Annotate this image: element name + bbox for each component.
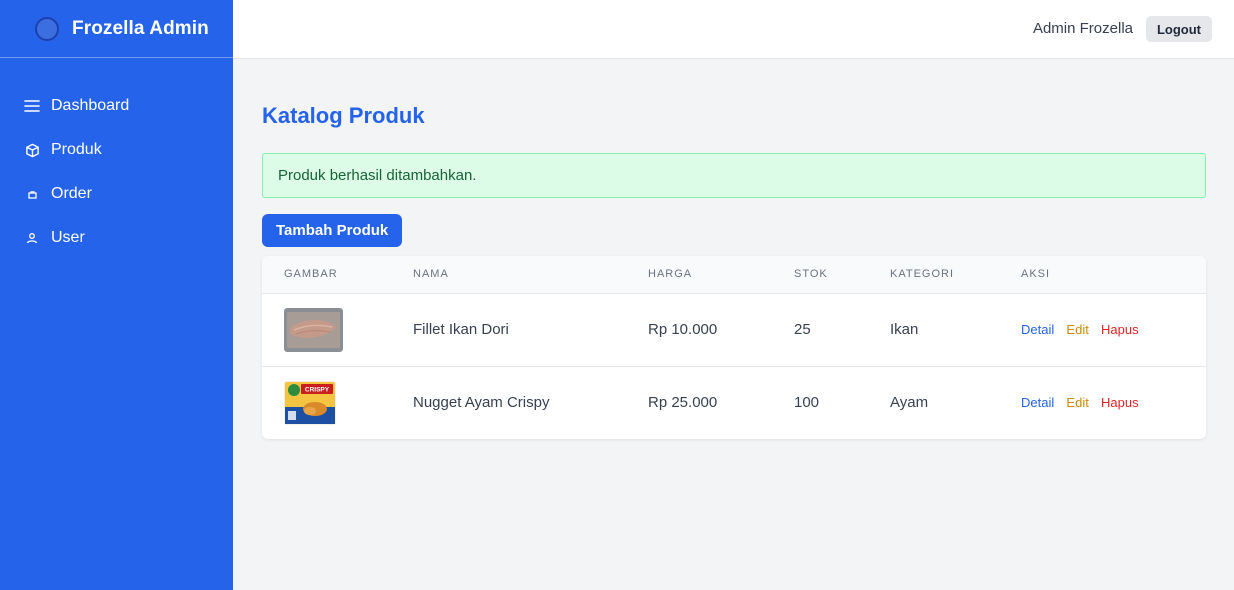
column-header-kategori: KATEGORI bbox=[890, 268, 955, 281]
column-header-harga: HARGA bbox=[648, 268, 693, 281]
product-category: Ayam bbox=[890, 394, 929, 412]
top-bar: Admin Frozella Logout bbox=[233, 0, 1234, 59]
sidebar-item-dashboard[interactable]: Dashboard bbox=[0, 84, 233, 128]
table-header-row: GAMBAR NAMA HARGA STOK KATEGORI AKSI bbox=[262, 256, 1206, 293]
product-actions: Detail Edit Hapus bbox=[999, 293, 1206, 366]
box-icon bbox=[24, 142, 40, 158]
delete-link[interactable]: Hapus bbox=[1101, 395, 1139, 410]
delete-link[interactable]: Hapus bbox=[1101, 322, 1139, 337]
product-table: GAMBAR NAMA HARGA STOK KATEGORI AKSI Fil… bbox=[262, 256, 1206, 439]
page-title: Katalog Produk bbox=[262, 103, 425, 128]
logout-button[interactable]: Logout bbox=[1145, 16, 1212, 42]
table-row: CRISPY Nugget Ayam Crispy Rp 25.000 100 … bbox=[262, 366, 1206, 439]
user-icon bbox=[24, 230, 40, 246]
product-category: Ikan bbox=[890, 321, 919, 338]
success-alert: Produk berhasil ditambahkan. bbox=[262, 153, 1206, 198]
product-name: Fillet Ikan Dori bbox=[413, 321, 509, 338]
fish-fillet-image bbox=[284, 307, 343, 352]
product-price: Rp 10.000 bbox=[648, 321, 718, 338]
sidebar-item-order[interactable]: Order bbox=[0, 172, 233, 216]
main-content: Katalog Produk Produk berhasil ditambahk… bbox=[262, 59, 1206, 439]
detail-link[interactable]: Detail bbox=[1021, 395, 1054, 410]
product-name: Nugget Ayam Crispy bbox=[413, 394, 550, 412]
sidebar-nav: Dashboard Produk Order User bbox=[0, 58, 233, 260]
add-product-button[interactable]: Tambah Produk bbox=[262, 214, 403, 247]
column-header-gambar: GAMBAR bbox=[284, 268, 338, 281]
column-header-aksi: AKSI bbox=[1021, 268, 1051, 281]
column-header-nama: NAMA bbox=[413, 268, 449, 281]
brand[interactable]: Frozella Admin bbox=[0, 0, 233, 58]
sidebar-item-label: Dashboard bbox=[51, 97, 130, 114]
product-stock: 100 bbox=[794, 394, 820, 412]
product-table-card: GAMBAR NAMA HARGA STOK KATEGORI AKSI Fil… bbox=[262, 256, 1206, 439]
package-label-text: CRISPY bbox=[305, 386, 330, 393]
product-actions: Detail Edit Hapus bbox=[999, 366, 1206, 439]
sidebar-item-produk[interactable]: Produk bbox=[0, 128, 233, 172]
product-stock: 25 bbox=[794, 321, 811, 338]
edit-link[interactable]: Edit bbox=[1066, 395, 1088, 410]
edit-link[interactable]: Edit bbox=[1066, 322, 1088, 337]
sidebar-item-label: Order bbox=[51, 185, 92, 202]
brand-logo-icon bbox=[35, 16, 59, 41]
table-row: Fillet Ikan Dori Rp 10.000 25 Ikan Detai… bbox=[262, 293, 1206, 366]
sidebar-item-label: User bbox=[51, 229, 85, 246]
product-price: Rp 25.000 bbox=[648, 394, 718, 412]
product-image-cell bbox=[262, 293, 391, 366]
product-image-cell: CRISPY bbox=[262, 366, 391, 439]
bag-icon bbox=[24, 186, 40, 202]
menu-icon bbox=[24, 98, 40, 114]
current-user-name: Admin Frozella bbox=[1032, 20, 1133, 37]
column-header-stok: STOK bbox=[794, 268, 828, 281]
detail-link[interactable]: Detail bbox=[1021, 322, 1054, 337]
sidebar-item-label: Produk bbox=[51, 141, 102, 158]
nugget-package-image: CRISPY bbox=[284, 380, 336, 425]
sidebar-item-user[interactable]: User bbox=[0, 216, 233, 260]
sidebar: Frozella Admin Dashboard Produk Order Us… bbox=[0, 0, 233, 590]
brand-name: Frozella Admin bbox=[72, 17, 209, 39]
